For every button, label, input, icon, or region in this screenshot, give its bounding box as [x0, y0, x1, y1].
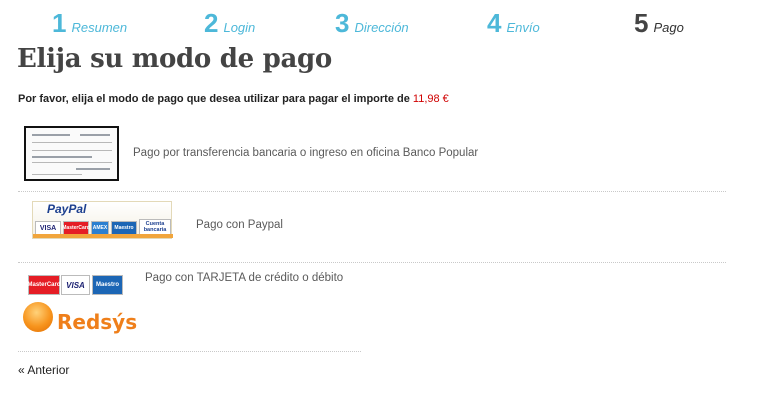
payment-intro: Por favor, elija el modo de pago que des… [18, 93, 449, 105]
redsys-circle-icon [23, 302, 53, 332]
paypal-accent-bar [33, 234, 173, 238]
step-label: Login [223, 20, 256, 35]
page-title: Elija su modo de pago [17, 44, 332, 74]
mastercard-icon: MasterCard [62, 221, 90, 235]
step-label: Envío [506, 20, 540, 35]
step-address[interactable]: 3 Dirección [335, 8, 409, 39]
step-login[interactable]: 2 Login [204, 8, 255, 39]
step-number: 4 [487, 8, 502, 38]
maestro-icon: Maestro [111, 221, 137, 235]
step-number: 3 [335, 8, 350, 38]
cheque-image [24, 126, 119, 181]
mastercard-icon: MasterCard [28, 275, 61, 295]
step-number: 2 [204, 8, 219, 38]
redsys-logo: Redsýs [23, 302, 143, 336]
step-number: 5 [634, 8, 649, 38]
visa-icon: VISA [35, 221, 61, 235]
order-amount: 11,98 € [412, 93, 449, 105]
step-number: 1 [52, 8, 67, 38]
checkout-steps: 1 Resumen 2 Login 3 Dirección 4 Envío 5 … [0, 8, 784, 40]
payment-option-paypal[interactable]: PayPal VISA MasterCard AMEX Maestro Cuen… [18, 193, 726, 263]
maestro-icon: Maestro [92, 275, 123, 295]
paypal-label[interactable]: Pago con Paypal [196, 219, 283, 231]
bank-transfer-label[interactable]: Pago por transferencia bancaria o ingres… [133, 147, 478, 159]
step-payment: 5 Pago [634, 8, 684, 39]
redsys-wordmark: Redsýs [57, 310, 138, 334]
step-label: Resumen [71, 20, 128, 35]
payment-option-bank-transfer[interactable]: Pago por transferencia bancaria o ingres… [18, 124, 726, 192]
back-link[interactable]: « Anterior [18, 363, 69, 377]
payment-option-card[interactable]: MasterCard VISA Maestro Redsýs Pago con … [18, 264, 361, 352]
card-label[interactable]: Pago con TARJETA de crédito o débito [145, 272, 343, 284]
intro-text: Por favor, elija el modo de pago que des… [18, 93, 410, 105]
step-summary[interactable]: 1 Resumen [52, 8, 127, 39]
amex-icon: AMEX [91, 221, 109, 235]
step-shipping[interactable]: 4 Envío [487, 8, 540, 39]
paypal-wordmark: PayPal [47, 202, 87, 216]
step-label: Pago [653, 20, 684, 35]
step-label: Dirección [354, 20, 409, 35]
paypal-logo[interactable]: PayPal VISA MasterCard AMEX Maestro Cuen… [32, 201, 173, 239]
visa-icon: VISA [61, 275, 90, 295]
